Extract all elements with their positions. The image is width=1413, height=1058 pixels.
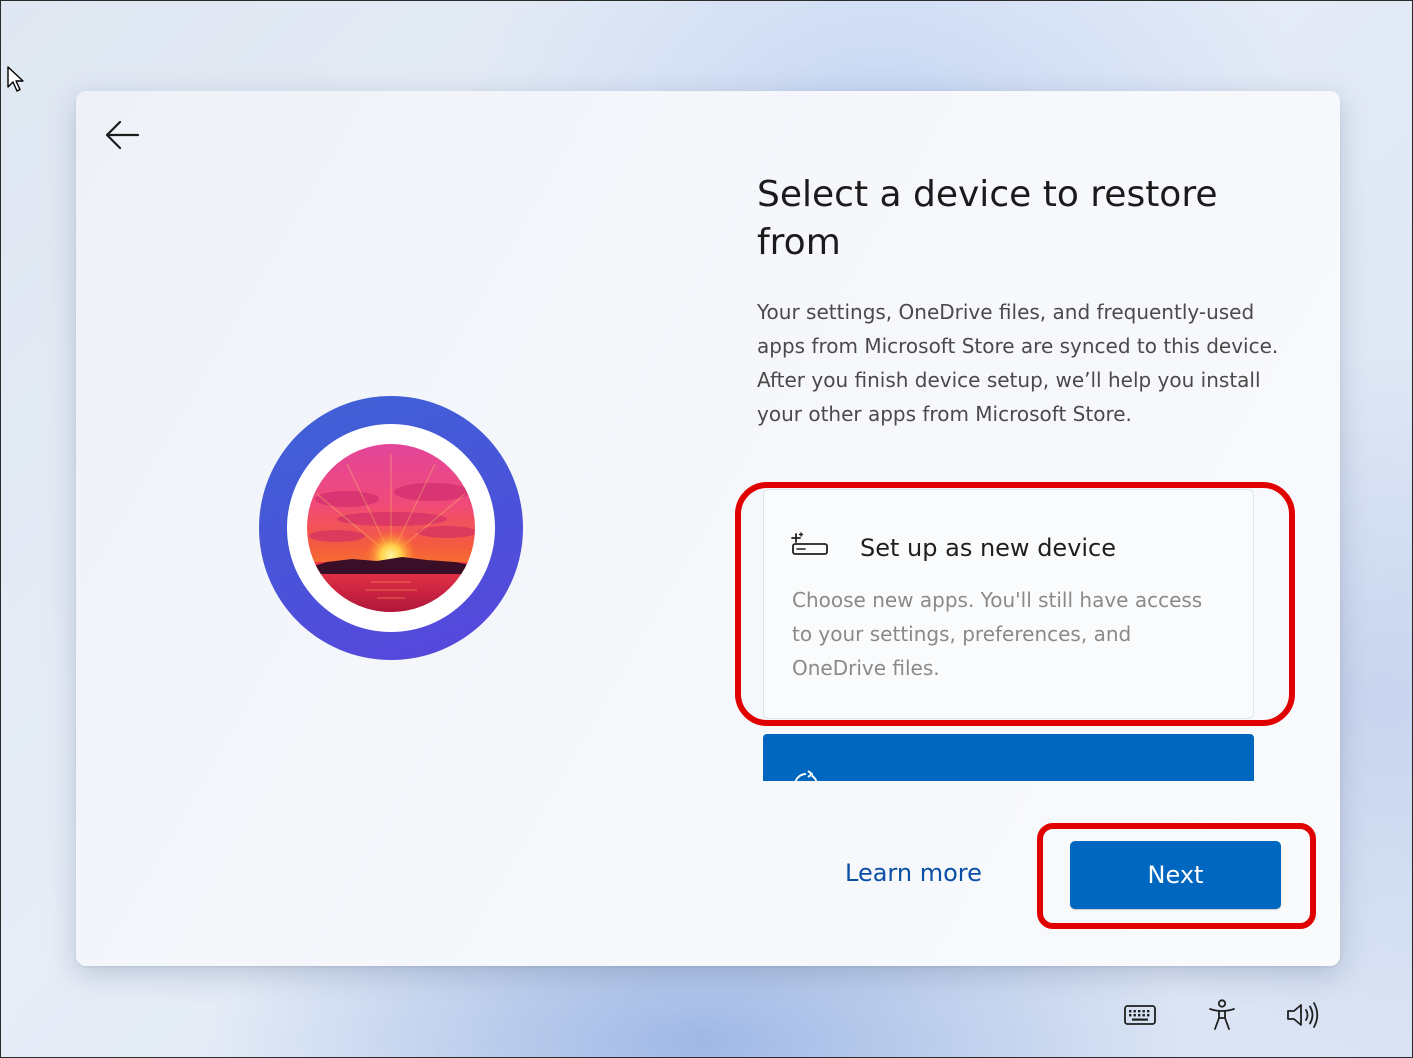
- page-title: Select a device to restore from: [757, 174, 1218, 263]
- accessibility-button[interactable]: [1203, 997, 1241, 1033]
- next-button[interactable]: Next: [1070, 841, 1281, 909]
- setup-card: Select a device to restore from Your set…: [76, 91, 1340, 966]
- option-set-up-new-device[interactable]: Set up as new device Choose new apps. Yo…: [763, 489, 1254, 719]
- back-button[interactable]: [100, 115, 144, 155]
- sunset-image: [307, 444, 475, 612]
- accessibility-icon: [1209, 999, 1235, 1030]
- oobe-screen: Select a device to restore from Your set…: [0, 0, 1413, 1058]
- learn-more-link[interactable]: Learn more: [845, 859, 982, 887]
- keyboard-icon: [1124, 1005, 1156, 1025]
- option-new-title: Set up as new device: [860, 534, 1117, 562]
- arrow-left-icon: [105, 120, 140, 150]
- volume-button[interactable]: [1283, 997, 1323, 1033]
- option-restore-device[interactable]: [763, 734, 1254, 781]
- device-options-list: Set up as new device Choose new apps. Yo…: [763, 489, 1254, 781]
- hero-illustration: [259, 396, 523, 660]
- option-new-description: Choose new apps. You'll still have acces…: [792, 588, 1203, 680]
- restore-device-icon: [794, 770, 818, 781]
- mouse-pointer-icon: [7, 66, 24, 92]
- new-device-icon: [791, 532, 828, 555]
- keyboard-button[interactable]: [1121, 997, 1159, 1033]
- page-description: Your settings, OneDrive files, and frequ…: [757, 300, 1279, 426]
- volume-icon: [1287, 1002, 1319, 1028]
